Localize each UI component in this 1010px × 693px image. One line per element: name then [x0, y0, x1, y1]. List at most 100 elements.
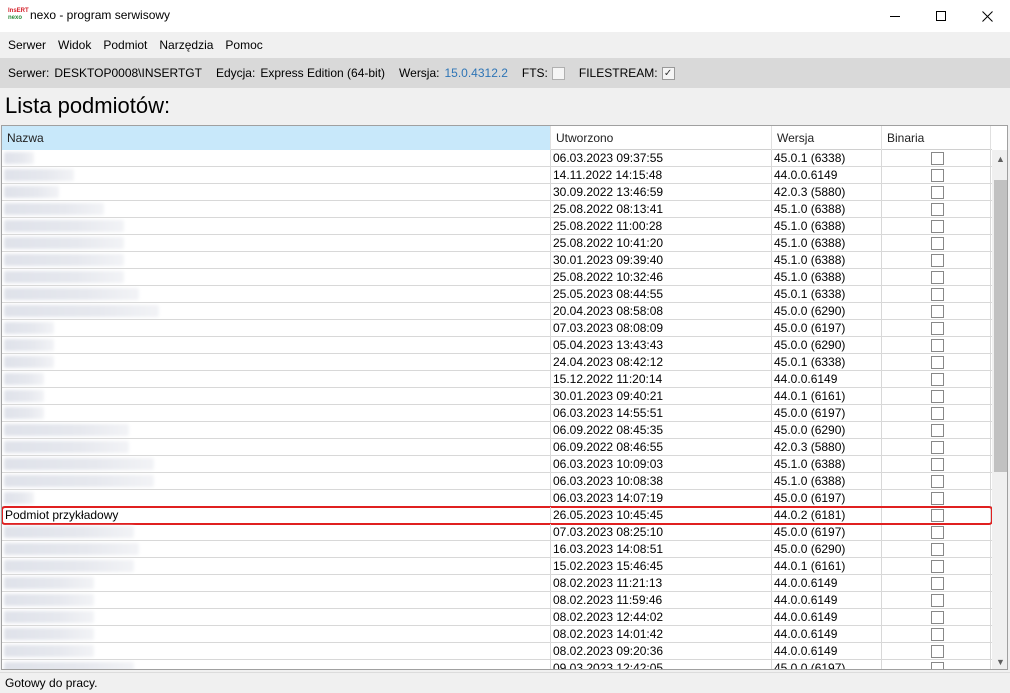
- binaries-checkbox[interactable]: [930, 423, 944, 437]
- table-row[interactable]: 15.02.2023 15:46:45 44.0.1 (6161): [2, 558, 992, 575]
- binaries-checkbox[interactable]: [930, 525, 944, 539]
- binaries-checkbox[interactable]: [930, 304, 944, 318]
- cell-binaries: [882, 439, 991, 455]
- binaries-checkbox[interactable]: [930, 542, 944, 556]
- table-row[interactable]: 08.02.2023 11:21:13 44.0.0.6149: [2, 575, 992, 592]
- binaries-checkbox[interactable]: [930, 389, 944, 403]
- vertical-scrollbar[interactable]: ▲ ▼: [992, 150, 1007, 669]
- scroll-thumb[interactable]: [994, 180, 1007, 472]
- binaries-checkbox[interactable]: [930, 355, 944, 369]
- menu-pomoc[interactable]: Pomoc: [219, 32, 268, 58]
- binaries-checkbox[interactable]: [930, 508, 944, 522]
- fts-label: FTS:: [521, 66, 548, 80]
- binaries-checkbox[interactable]: [930, 576, 944, 590]
- cell-name: [2, 490, 551, 506]
- table-row[interactable]: 24.04.2023 08:42:12 45.0.1 (6338): [2, 354, 992, 371]
- menu-podmiot[interactable]: Podmiot: [97, 32, 153, 58]
- title-bar: InsERT nexo nexo - program serwisowy: [0, 0, 1010, 32]
- table-row[interactable]: 15.12.2022 11:20:14 44.0.0.6149: [2, 371, 992, 388]
- binaries-checkbox[interactable]: [930, 372, 944, 386]
- cell-name: [2, 184, 551, 200]
- menu-bar: Serwer Widok Podmiot Narzędzia Pomoc: [0, 32, 1010, 58]
- cell-created: 08.02.2023 14:01:42: [551, 626, 772, 642]
- binaries-checkbox[interactable]: [930, 253, 944, 267]
- binaries-checkbox[interactable]: [930, 151, 944, 165]
- binaries-checkbox[interactable]: [930, 491, 944, 505]
- table-row[interactable]: 30.01.2023 09:39:40 45.1.0 (6388): [2, 252, 992, 269]
- cell-version: 45.0.0 (6197): [772, 320, 882, 336]
- binaries-checkbox[interactable]: [930, 287, 944, 301]
- table-row[interactable]: 08.02.2023 09:20:36 44.0.0.6149: [2, 643, 992, 660]
- table-row[interactable]: 07.03.2023 08:25:10 45.0.0 (6197): [2, 524, 992, 541]
- cell-binaries: [882, 405, 991, 421]
- table-row[interactable]: 25.05.2023 08:44:55 45.0.1 (6338): [2, 286, 992, 303]
- redacted-name: [4, 203, 104, 215]
- table-row[interactable]: 09.03.2023 12:42:05 45.0.0 (6197): [2, 660, 992, 669]
- table-row[interactable]: 06.03.2023 10:08:38 45.1.0 (6388): [2, 473, 992, 490]
- table-row[interactable]: 14.11.2022 14:15:48 44.0.0.6149: [2, 167, 992, 184]
- table-row[interactable]: 16.03.2023 14:08:51 45.0.0 (6290): [2, 541, 992, 558]
- table-row[interactable]: 06.03.2023 14:55:51 45.0.0 (6197): [2, 405, 992, 422]
- binaries-checkbox[interactable]: [930, 185, 944, 199]
- table-row[interactable]: 25.08.2022 10:41:20 45.1.0 (6388): [2, 235, 992, 252]
- column-header-nazwa[interactable]: Nazwa: [2, 126, 551, 150]
- cell-name: [2, 575, 551, 591]
- redacted-name: [4, 220, 124, 232]
- binaries-checkbox[interactable]: [930, 219, 944, 233]
- cell-name: [2, 524, 551, 540]
- redacted-name: [4, 288, 139, 300]
- redacted-name: [4, 662, 134, 669]
- scroll-up-icon[interactable]: ▲: [992, 150, 1007, 167]
- binaries-checkbox[interactable]: [930, 610, 944, 624]
- table-row[interactable]: 25.08.2022 11:00:28 45.1.0 (6388): [2, 218, 992, 235]
- table-row[interactable]: 30.09.2022 13:46:59 42.0.3 (5880): [2, 184, 992, 201]
- table-row[interactable]: 06.09.2022 08:46:55 42.0.3 (5880): [2, 439, 992, 456]
- cell-created: 05.04.2023 13:43:43: [551, 337, 772, 353]
- binaries-checkbox[interactable]: [930, 644, 944, 658]
- table-row[interactable]: 06.03.2023 09:37:55 45.0.1 (6338): [2, 150, 992, 167]
- column-header-binaria[interactable]: Binaria: [882, 126, 991, 150]
- table-row[interactable]: 08.02.2023 12:44:02 44.0.0.6149: [2, 609, 992, 626]
- column-header-wersja[interactable]: Wersja: [772, 126, 882, 150]
- scroll-down-icon[interactable]: ▼: [992, 653, 1007, 669]
- binaries-checkbox[interactable]: [930, 321, 944, 335]
- table-row[interactable]: 20.04.2023 08:58:08 45.0.0 (6290): [2, 303, 992, 320]
- binaries-checkbox[interactable]: [930, 474, 944, 488]
- maximize-button[interactable]: [918, 0, 964, 32]
- table-row[interactable]: 06.09.2022 08:45:35 45.0.0 (6290): [2, 422, 992, 439]
- cell-name: [2, 235, 551, 251]
- binaries-checkbox[interactable]: [930, 440, 944, 454]
- menu-narzedzia[interactable]: Narzędzia: [153, 32, 219, 58]
- menu-serwer[interactable]: Serwer: [2, 32, 52, 58]
- fts-checkbox: [551, 66, 565, 80]
- binaries-checkbox[interactable]: [930, 406, 944, 420]
- close-button[interactable]: [964, 0, 1010, 32]
- table-row[interactable]: 30.01.2023 09:40:21 44.0.1 (6161): [2, 388, 992, 405]
- binaries-checkbox[interactable]: [930, 168, 944, 182]
- binaries-checkbox[interactable]: [930, 270, 944, 284]
- binaries-checkbox[interactable]: [930, 661, 944, 669]
- table-row[interactable]: 07.03.2023 08:08:09 45.0.0 (6197): [2, 320, 992, 337]
- binaries-checkbox[interactable]: [930, 236, 944, 250]
- binaries-checkbox[interactable]: [930, 559, 944, 573]
- binaries-checkbox[interactable]: [930, 202, 944, 216]
- redacted-name: [4, 492, 34, 504]
- cell-name: [2, 473, 551, 489]
- table-row[interactable]: 25.08.2022 08:13:41 45.1.0 (6388): [2, 201, 992, 218]
- column-header-utworzono[interactable]: Utworzono: [551, 126, 772, 150]
- table-row[interactable]: 06.03.2023 10:09:03 45.1.0 (6388): [2, 456, 992, 473]
- menu-widok[interactable]: Widok: [52, 32, 97, 58]
- binaries-checkbox[interactable]: [930, 338, 944, 352]
- table-row-selected[interactable]: Podmiot przykładowy 26.05.2023 10:45:45 44…: [2, 506, 992, 525]
- table-row[interactable]: 08.02.2023 11:59:46 44.0.0.6149: [2, 592, 992, 609]
- table-row[interactable]: 25.08.2022 10:32:46 45.1.0 (6388): [2, 269, 992, 286]
- binaries-checkbox[interactable]: [930, 457, 944, 471]
- minimize-button[interactable]: [872, 0, 918, 32]
- binaries-checkbox[interactable]: [930, 593, 944, 607]
- redacted-name: [4, 322, 54, 334]
- binaries-checkbox[interactable]: [930, 627, 944, 641]
- table-row[interactable]: 05.04.2023 13:43:43 45.0.0 (6290): [2, 337, 992, 354]
- table-row[interactable]: 06.03.2023 14:07:19 45.0.0 (6197): [2, 490, 992, 507]
- redacted-name: [4, 237, 124, 249]
- table-row[interactable]: 08.02.2023 14:01:42 44.0.0.6149: [2, 626, 992, 643]
